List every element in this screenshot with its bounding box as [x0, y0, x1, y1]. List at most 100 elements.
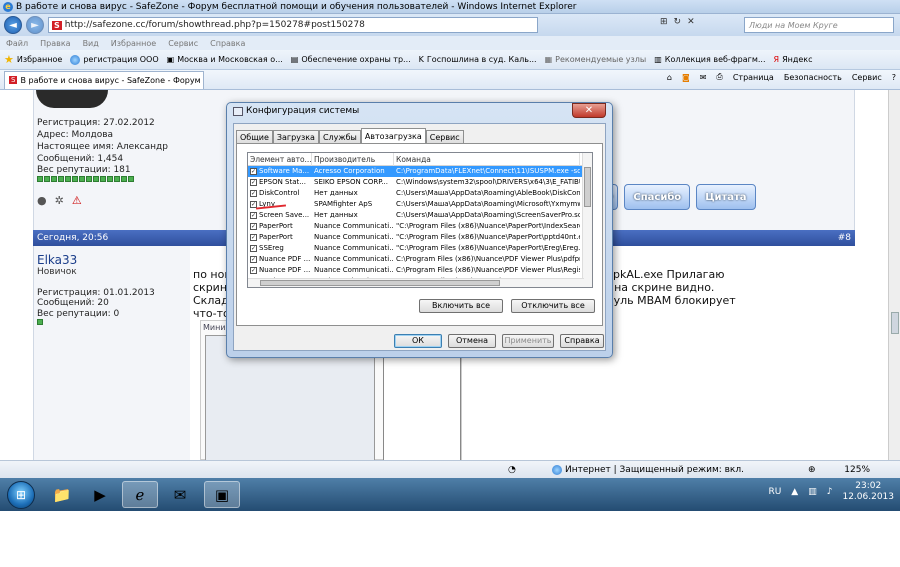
- fav-item[interactable]: Я Яндекс: [774, 55, 813, 64]
- row-command: C:\Users\Маша\AppData\Roaming\ScreenSave…: [396, 211, 580, 219]
- tab-boot[interactable]: Загрузка: [272, 130, 319, 144]
- search-input[interactable]: Люди на Моем Круге: [744, 17, 894, 33]
- fav-item[interactable]: ▥ Коллекция веб-фрагм...: [654, 55, 765, 64]
- table-vscroll[interactable]: [582, 153, 592, 287]
- print-icon[interactable]: ⎙: [716, 72, 722, 82]
- checkbox[interactable]: ✓: [250, 256, 257, 263]
- clock[interactable]: 23:02 12.06.2013: [842, 481, 894, 503]
- close-button[interactable]: ✕: [572, 103, 606, 118]
- tab-favicon: S: [9, 76, 18, 84]
- explorer-icon[interactable]: 📁: [44, 481, 80, 508]
- start-button[interactable]: ⊞: [7, 481, 35, 509]
- tab-general[interactable]: Общие: [236, 130, 273, 144]
- rss-icon[interactable]: ◙: [682, 73, 690, 82]
- scrollbar-thumb[interactable]: [260, 280, 500, 286]
- menu-favorites[interactable]: Избранное: [111, 39, 156, 48]
- menu-bar: Файл Правка Вид Избранное Сервис Справка: [0, 36, 900, 50]
- table-row[interactable]: ✓Brother Stat...Brother Industries, L...…: [248, 287, 592, 288]
- checkbox[interactable]: ✓: [250, 212, 257, 219]
- fav-item[interactable]: ▣ Москва и Московская о...: [167, 55, 283, 64]
- table-row[interactable]: ✓ Screen Save... Нет данных C:\Users\Маша\A…: [248, 210, 592, 221]
- checkbox[interactable]: ✓: [250, 245, 257, 252]
- home-icon[interactable]: ⌂: [667, 73, 672, 82]
- warning-icon[interactable]: ⚠: [72, 194, 82, 207]
- fav-item[interactable]: регистрация ООО: [70, 54, 159, 65]
- refresh-icon[interactable]: ↻: [674, 17, 682, 27]
- row-item: ✓ Nuance PDF ...: [250, 255, 311, 263]
- scrollbar-thumb[interactable]: [584, 167, 591, 207]
- table-row[interactable]: ✓ Nuance PDF ... Nuance Communicati... C:\P…: [248, 265, 592, 276]
- mail-icon[interactable]: ✉: [162, 481, 198, 508]
- fav-item[interactable]: ▤ Обеспечение охраны тр...: [291, 55, 411, 64]
- table-row[interactable]: ✓ SSEreg Nuance Communicati... "C:\Program …: [248, 243, 592, 254]
- tab-services[interactable]: Службы: [318, 130, 361, 144]
- scrollbar-thumb[interactable]: [891, 312, 899, 334]
- ok-button[interactable]: ОК: [394, 334, 442, 348]
- tray-arrow-icon[interactable]: ▲: [791, 487, 798, 497]
- favorites-button[interactable]: ★ Избранное: [4, 53, 62, 66]
- back-button[interactable]: ◄: [4, 16, 22, 34]
- disable-all-button[interactable]: Отключить все: [511, 299, 595, 313]
- compat-view-icon[interactable]: ⊞: [660, 17, 668, 27]
- col-item[interactable]: Элемент авто...: [248, 153, 312, 166]
- forward-button[interactable]: ►: [26, 16, 44, 34]
- thanks-button[interactable]: Спасибо: [624, 184, 691, 210]
- tab-startup[interactable]: Автозагрузка: [360, 128, 426, 144]
- page-scrollbar[interactable]: [888, 90, 900, 460]
- zoom-icon[interactable]: ⊕: [808, 465, 816, 475]
- table-row[interactable]: ✓ DiskControl Нет данных C:\Users\Маша\AppD…: [248, 188, 592, 199]
- quote-button[interactable]: Цитата: [696, 184, 756, 210]
- checkbox[interactable]: ✓: [250, 179, 257, 186]
- menu-edit[interactable]: Правка: [40, 39, 70, 48]
- help-button[interactable]: Справка: [560, 334, 604, 348]
- browser-tab[interactable]: S В работе и снова вирус - SafeZone - Фо…: [4, 70, 204, 89]
- fav-item[interactable]: K Госпошлина в суд. Каль...: [419, 55, 537, 64]
- cmd-tools[interactable]: Сервис: [852, 73, 882, 82]
- cmd-page[interactable]: Страница: [733, 73, 774, 82]
- menu-file[interactable]: Файл: [6, 39, 28, 48]
- post-number[interactable]: #8: [838, 233, 851, 243]
- gear-icon[interactable]: ✲: [55, 194, 64, 207]
- mail-icon[interactable]: ✉: [700, 73, 707, 82]
- table-row[interactable]: ✓ Software Ma... Acresso Corporation C:\Pro…: [248, 166, 592, 177]
- checkbox[interactable]: ✓: [250, 223, 257, 230]
- menu-help[interactable]: Справка: [210, 39, 245, 48]
- cancel-button[interactable]: Отмена: [448, 334, 496, 348]
- volume-icon[interactable]: ♪: [827, 487, 833, 497]
- table-row[interactable]: ✓ Lyny SPAMfighter ApS C:\Users\Маша\AppDat…: [248, 199, 592, 210]
- url-field[interactable]: S http://safezone.cc/forum/showthread.ph…: [48, 17, 538, 33]
- table-hscroll[interactable]: [248, 278, 584, 287]
- table-row[interactable]: ✓ Nuance PDF ... Nuance Communicati... C:\P…: [248, 254, 592, 265]
- table-row[interactable]: ✓ PaperPort Nuance Communicati... "C:\Progr…: [248, 232, 592, 243]
- menu-view[interactable]: Вид: [83, 39, 99, 48]
- media-player-icon[interactable]: ▶: [82, 481, 118, 508]
- checkbox[interactable]: ✓: [250, 267, 257, 274]
- menu-tools[interactable]: Сервис: [168, 39, 198, 48]
- help-icon[interactable]: ?: [892, 73, 896, 82]
- table-row[interactable]: ✓ PaperPort Nuance Communicati... "C:\Progr…: [248, 221, 592, 232]
- msconfig-icon[interactable]: ▣: [204, 481, 240, 508]
- checkbox[interactable]: ✓: [250, 190, 257, 197]
- zoom-level[interactable]: 125%: [844, 465, 870, 475]
- row-item: ✓ Screen Save...: [250, 211, 310, 219]
- row-command: C:\Program Files (x86)\Nuance\PDF Viewer…: [396, 266, 580, 274]
- avatar: [36, 90, 108, 108]
- cmd-security[interactable]: Безопасность: [784, 73, 842, 82]
- network-icon[interactable]: ▥: [808, 487, 817, 497]
- internet-explorer-icon[interactable]: ℯ: [122, 481, 158, 508]
- col-command[interactable]: Команда: [394, 153, 580, 166]
- enable-all-button[interactable]: Включить все: [419, 299, 503, 313]
- security-zone[interactable]: Интернет | Защищенный режим: вкл.: [552, 464, 744, 475]
- col-maker[interactable]: Производитель: [312, 153, 394, 166]
- table-row[interactable]: ✓ EPSON Stat... SEIKO EPSON CORP... C:\Wind…: [248, 177, 592, 188]
- post2-username[interactable]: Elka33: [37, 253, 77, 267]
- checkbox[interactable]: ✓: [250, 168, 257, 175]
- row-maker: Нет данных: [314, 189, 358, 197]
- stop-icon[interactable]: ✕: [687, 17, 695, 27]
- fav-item[interactable]: ▦ Рекомендуемые узлы: [545, 55, 647, 64]
- checkbox[interactable]: ✓: [250, 234, 257, 241]
- language-indicator[interactable]: RU: [768, 487, 781, 497]
- tab-tools[interactable]: Сервис: [425, 130, 464, 144]
- status-bar: ◔ Интернет | Защищенный режим: вкл. ⊕ 12…: [0, 460, 900, 478]
- apply-button[interactable]: Применить: [502, 334, 554, 348]
